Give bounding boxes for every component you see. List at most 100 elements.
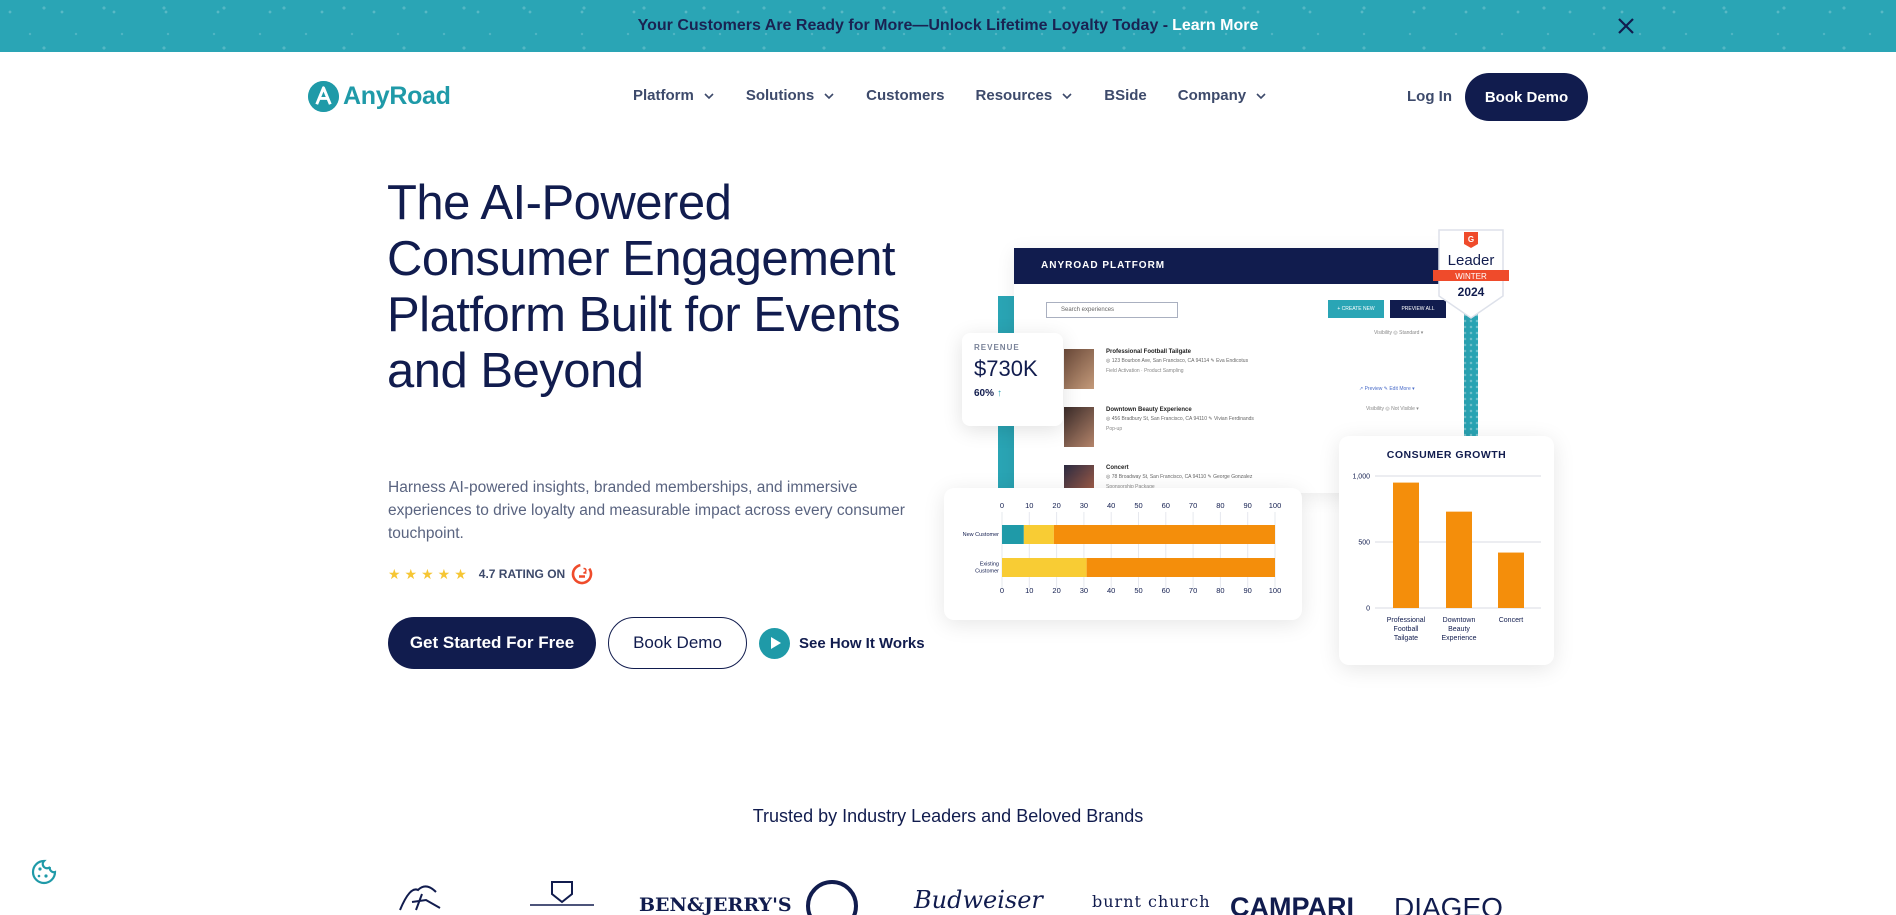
trusted-heading: Trusted by Industry Leaders and Beloved …: [752, 806, 1144, 826]
get-started-button[interactable]: Get Started For Free: [388, 617, 596, 669]
tick-label: 60: [1162, 501, 1170, 510]
nav-item-label: Company: [1177, 87, 1247, 104]
event-title: Concert: [1106, 465, 1129, 471]
see-how-it-works-label: See How It Works: [799, 635, 925, 652]
crest-logo-icon: [530, 881, 594, 906]
revenue-change: 60% ↑: [974, 388, 1051, 399]
brand-logos: BEN&JERRY'S Budweiser burnt church CAMPA…: [380, 880, 1530, 915]
brand-campari: CAMPARI: [1230, 892, 1354, 915]
event-tags: Pop-up: [1106, 426, 1123, 432]
x-tick-label: Downtown: [1443, 617, 1476, 624]
bar-segment: [1002, 558, 1087, 577]
brand-burnt-church: burnt church: [1092, 892, 1211, 911]
bar: [1498, 552, 1524, 608]
nav-item-customers[interactable]: Customers: [866, 87, 944, 104]
revenue-card: REVENUE $730K 60% ↑: [962, 333, 1063, 426]
bar: [1446, 511, 1472, 608]
badge-ribbon: WINTER: [1455, 272, 1487, 281]
x-tick-label: Tailgate: [1394, 635, 1418, 642]
tick-label: 70: [1189, 501, 1197, 510]
g2-logo-icon: [571, 563, 593, 585]
tick-label: 100: [1269, 586, 1282, 595]
platform-search: Search experiences: [1046, 302, 1178, 318]
stacked-bar-card: 0 0 10 10 20 20 30 30 40 40 50 50 60 60 70 70 80 80 90 90 10…: [944, 488, 1302, 620]
logo-text: AnyRoad: [343, 82, 451, 110]
event-title: Professional Football Tailgate: [1106, 349, 1191, 355]
tick-label: 90: [1244, 501, 1252, 510]
arcteryx-logo-icon: [399, 885, 441, 911]
tick-label: 30: [1080, 501, 1088, 510]
x-tick-label: Football: [1394, 626, 1419, 633]
announcement-bar: Your Customers Are Ready for More—Unlock…: [0, 0, 1896, 52]
nav-item-solutions[interactable]: Solutions: [746, 87, 835, 104]
hero-title: The AI-Powered Consumer Engagement Platf…: [387, 176, 901, 398]
bar-segment: [1002, 525, 1024, 544]
revenue-label: REVENUE: [974, 343, 1020, 352]
tick-label: 50: [1134, 501, 1142, 510]
event-thumbnail: [1064, 349, 1094, 389]
tick-label: 40: [1107, 501, 1115, 510]
x-tick-label: Professional: [1387, 617, 1426, 624]
badge-title: Leader: [1448, 252, 1495, 269]
tick-label: 50: [1134, 586, 1142, 595]
y-tick-label: 500: [1358, 540, 1370, 547]
cookie-settings-icon[interactable]: [30, 858, 58, 886]
learn-more-link[interactable]: Learn More: [1172, 17, 1258, 35]
event-tags: Field Activation · Product Sampling: [1106, 368, 1184, 374]
tick-label: 40: [1107, 586, 1115, 595]
svg-text:G: G: [1468, 235, 1474, 244]
tick-label: 80: [1216, 501, 1224, 510]
chevron-down-icon: [1256, 92, 1266, 99]
event-title: Downtown Beauty Experience: [1106, 407, 1192, 413]
event-meta: ◎ 456 Bradbury St, San Francisco, CA 941…: [1106, 416, 1254, 422]
tick-label: 90: [1244, 586, 1252, 595]
anyroad-logo-icon: [308, 81, 339, 112]
tick-label: 10: [1025, 586, 1033, 595]
logo[interactable]: AnyRoad: [308, 81, 451, 112]
event-meta: ◎ 78 Broadway St, San Francisco, CA 9411…: [1106, 474, 1253, 480]
x-tick-label: Beauty: [1448, 626, 1470, 633]
bar-segment: [1023, 525, 1054, 544]
brand-ben-jerrys: BEN&JERRY'S: [639, 894, 792, 915]
login-link[interactable]: Log In: [1407, 88, 1452, 105]
event-thumbnail: [1064, 407, 1094, 447]
y-tick-label: 0: [1366, 606, 1370, 613]
y-tick-label: 1,000: [1352, 474, 1370, 481]
nav-item-platform[interactable]: Platform: [633, 87, 715, 104]
nav-item-resources[interactable]: Resources: [976, 87, 1074, 104]
tick-label: 0: [1000, 586, 1004, 595]
book-demo-hero-button[interactable]: Book Demo: [608, 617, 747, 669]
brooklyn-logo-icon: [806, 880, 858, 915]
bar-segment: [1086, 558, 1275, 577]
x-tick-label: Concert: [1499, 617, 1524, 624]
category-label: New Customer: [963, 532, 1000, 538]
tick-label: 100: [1269, 501, 1282, 510]
chevron-down-icon: [1062, 92, 1072, 99]
tick-label: 70: [1189, 586, 1197, 595]
tick-label: 0: [1000, 501, 1004, 510]
see-how-it-works-link[interactable]: See How It Works: [759, 628, 925, 659]
close-icon[interactable]: [1614, 14, 1638, 38]
rating-stars: ★★★★★: [388, 565, 471, 582]
arrow-up-icon: ↑: [997, 388, 1003, 399]
event-meta: ◎ 123 Bourbon Ave, San Francisco, CA 941…: [1106, 358, 1249, 364]
visibility-select: Visibility ◎ Standard ▾: [1374, 330, 1424, 336]
nav-item-bside[interactable]: BSide: [1104, 87, 1147, 104]
consumer-growth-chart: 1,000 500 0 Professional Football Tailgate Dow…: [1352, 474, 1541, 642]
chevron-down-icon: [704, 92, 714, 99]
bar: [1393, 482, 1419, 608]
nav-item-label: BSide: [1104, 87, 1147, 104]
hero-subtitle: Harness AI-powered insights, branded mem…: [388, 479, 905, 542]
nav-item-label: Solutions: [745, 87, 815, 104]
consumer-growth-card: CONSUMER GROWTH 1,000 500 0 Professional Foo…: [1339, 436, 1554, 665]
site-header: AnyRoad Platform Solutions Customers Resour…: [0, 52, 1896, 142]
nav-item-label: Platform: [633, 87, 694, 104]
tick-label: 60: [1162, 586, 1170, 595]
tick-label: 20: [1052, 501, 1060, 510]
x-tick-label: Experience: [1441, 635, 1476, 642]
rating: ★★★★★ 4.7 RATING ON: [388, 563, 593, 585]
nav-item-company[interactable]: Company: [1178, 87, 1267, 104]
badge-year: 2024: [1458, 285, 1485, 299]
stacked-bar-chart: 0 0 10 10 20 20 30 30 40 40 50 50 60 60 70 70 80 80 90 90 10…: [963, 501, 1282, 595]
book-demo-button[interactable]: Book Demo: [1465, 73, 1588, 121]
